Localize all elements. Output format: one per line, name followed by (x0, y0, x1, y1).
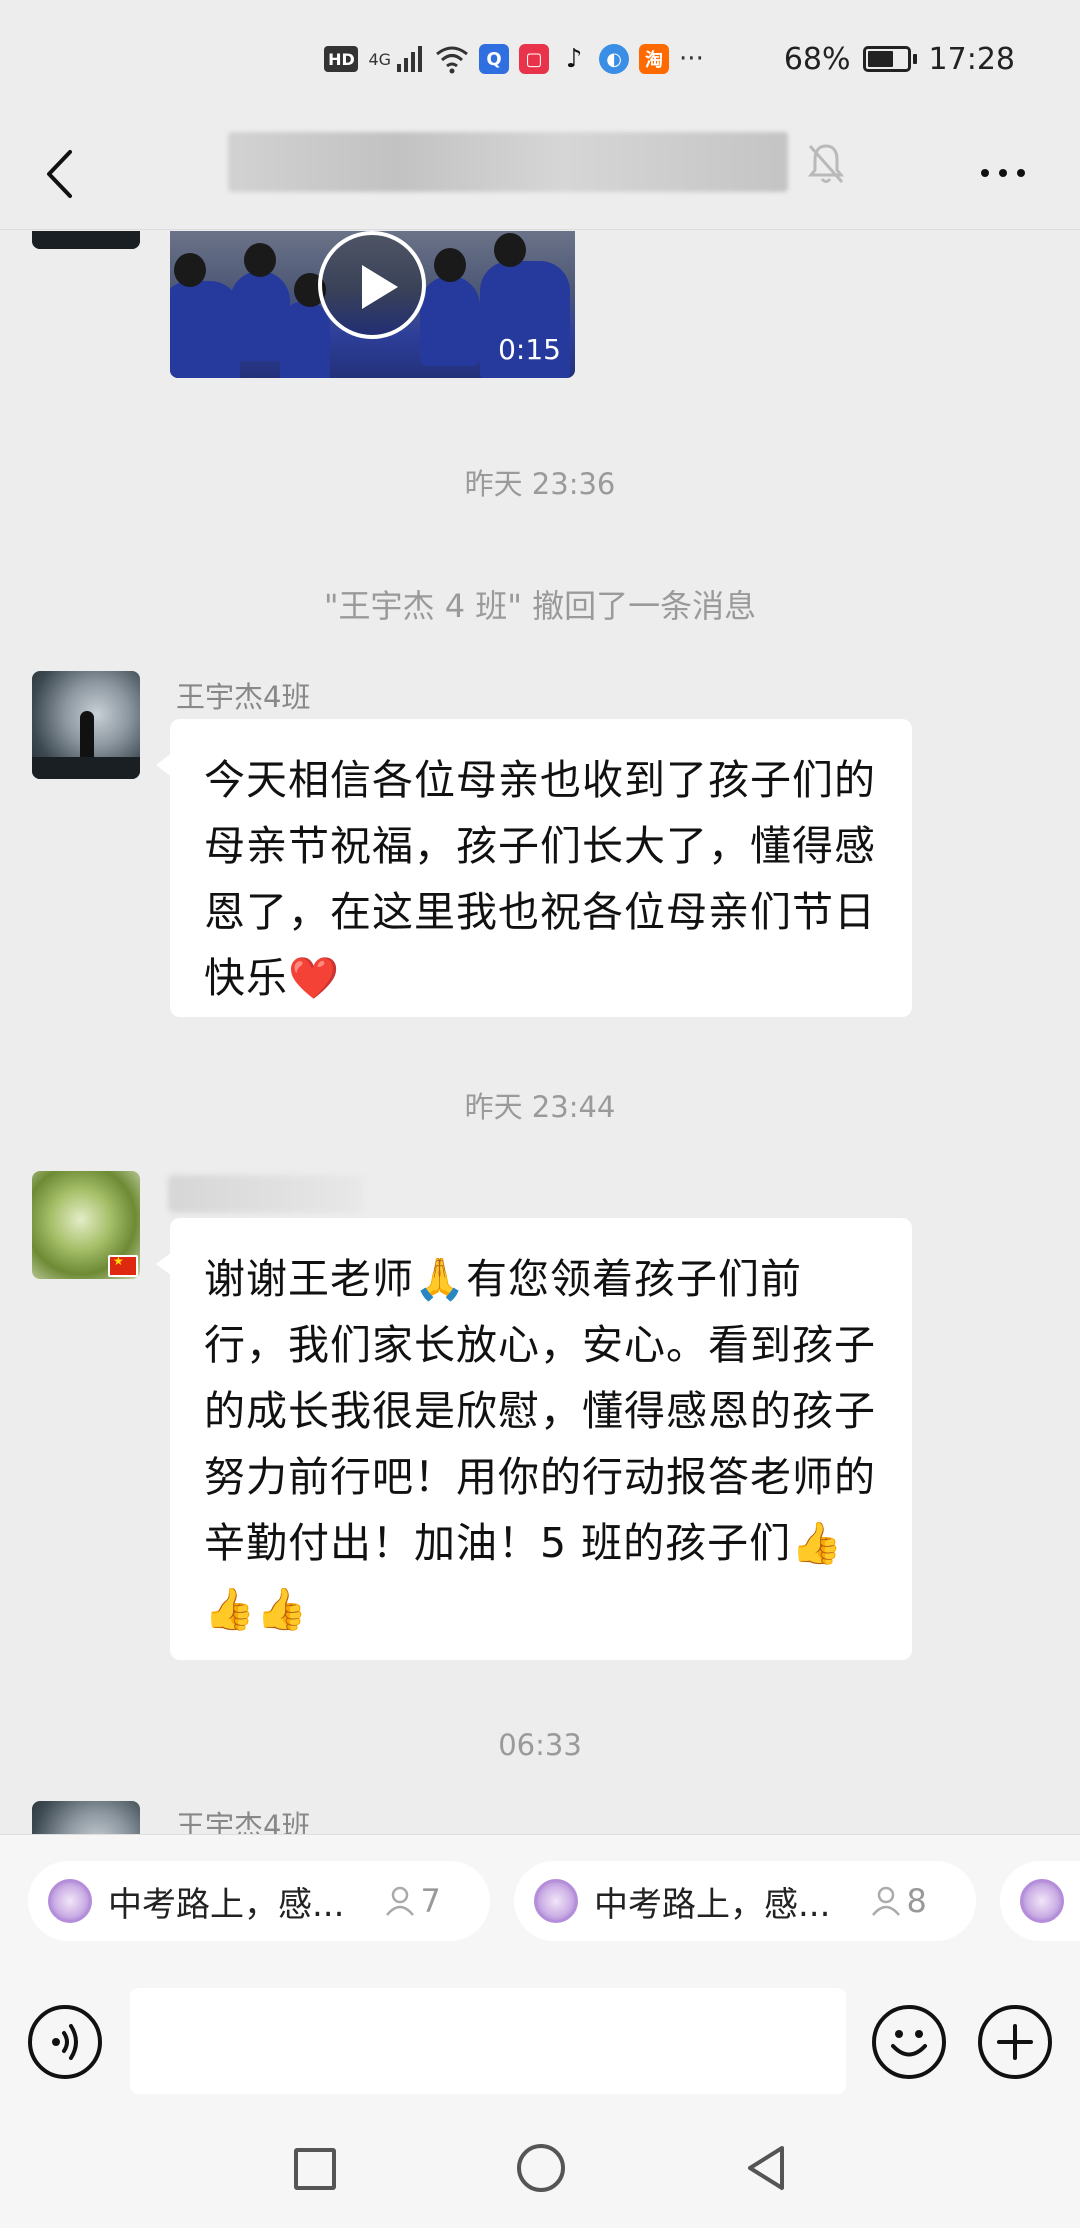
chat-header (0, 118, 1080, 230)
globe-icon: ◐ (599, 44, 630, 74)
taobao-icon: 淘 (639, 44, 670, 74)
avatar[interactable] (32, 671, 140, 779)
status-icons: HD 4G Q ▢ ♪ ◐ 淘 ··· (324, 44, 704, 74)
back-button[interactable] (34, 144, 84, 204)
more-options-button[interactable] (972, 148, 1034, 198)
square-icon[interactable] (294, 2148, 336, 2190)
avatar[interactable] (32, 1801, 140, 1834)
signal-icon (397, 46, 423, 72)
message-bubble[interactable]: 今天相信各位母亲也收到了孩子们的母亲节祝福，孩子们长大了，懂得感恩了，在这里我也… (156, 719, 912, 1017)
dot (999, 169, 1007, 177)
status-bar: HD 4G Q ▢ ♪ ◐ 淘 ··· 68% 17:28 (0, 0, 1080, 118)
chip-member-count: 8 (870, 1882, 927, 1920)
sender-name-blurred (168, 1175, 363, 1213)
battery-icon (862, 46, 917, 72)
voice-icon (52, 2024, 78, 2060)
emoji-icon (891, 2030, 927, 2057)
avatar[interactable] (32, 1171, 140, 1279)
chat-title-blurred (228, 132, 788, 192)
battery-percent: 68% (783, 41, 851, 77)
clock: 17:28 (928, 41, 1015, 77)
bell-off-icon (807, 144, 845, 183)
overflow-indicator: ··· (679, 44, 704, 74)
qq-browser-icon: Q (479, 44, 510, 74)
quick-chip[interactable]: 中考路上，感... 7 (28, 1861, 490, 1941)
notes-icon: ▢ (519, 44, 550, 74)
chip-label: 中考路上，感... (108, 1884, 345, 1925)
group-logo-icon (534, 1879, 578, 1923)
dot (1017, 169, 1025, 177)
chip-member-count: 7 (384, 1882, 441, 1920)
wifi-icon (436, 46, 468, 74)
avatar[interactable] (32, 231, 140, 249)
play-icon[interactable] (318, 231, 426, 339)
person-icon (386, 1886, 415, 1916)
timestamp: 昨天 23:36 (464, 467, 616, 501)
timestamp: 昨天 23:44 (464, 1090, 616, 1124)
timestamp: 06:33 (498, 1728, 582, 1762)
quick-chip[interactable]: 中考路上，感... 8 (514, 1861, 976, 1941)
person-icon (872, 1886, 901, 1916)
recall-notice: "王宇杰 4 班" 撤回了一条消息 (323, 587, 757, 625)
sender-name: 王宇杰4班 (176, 1809, 311, 1834)
voice-button[interactable] (28, 2005, 102, 2079)
chevron-left-icon (47, 150, 72, 198)
message-input[interactable] (130, 1988, 846, 2094)
network-type: 4G (368, 49, 392, 69)
sender-name: 王宇杰4班 (176, 680, 311, 714)
group-logo-icon (1020, 1879, 1064, 1923)
video-message[interactable]: 0:15 (170, 231, 575, 378)
chat-messages[interactable]: 0:15 昨天 23:36 "王宇杰 4 班" 撤回了一条消息 王宇杰4班 今天… (0, 231, 1080, 1834)
plus-icon (997, 2024, 1033, 2060)
message-bubble[interactable]: 谢谢王老师🙏有您领着孩子们前行，我们家长放心，安心。看到孩子的成长我很是欣慰，懂… (156, 1218, 912, 1660)
emoji-button[interactable] (872, 2005, 946, 2079)
triangle-back-icon[interactable] (744, 2144, 786, 2192)
input-bar (0, 1964, 1080, 2124)
quick-access-bar: 中考路上，感... 7 中考路上，感... 8 (0, 1834, 1080, 1964)
hd-badge: HD (324, 46, 359, 72)
chip-label: 中考路上，感... (594, 1884, 831, 1925)
flag-badge (108, 1254, 138, 1277)
tiktok-icon: ♪ (565, 44, 583, 74)
circle-icon[interactable] (517, 2144, 565, 2192)
group-logo-icon (48, 1879, 92, 1923)
plus-button[interactable] (978, 2005, 1052, 2079)
dot (981, 169, 989, 177)
quick-chip[interactable] (1000, 1861, 1080, 1941)
video-duration: 0:15 (498, 333, 561, 366)
system-navigation (0, 2124, 1080, 2228)
